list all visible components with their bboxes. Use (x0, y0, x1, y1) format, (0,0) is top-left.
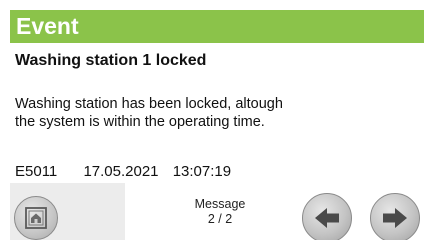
next-message-button[interactable] (370, 193, 420, 240)
previous-message-button[interactable] (302, 193, 352, 240)
event-title: Washing station 1 locked (15, 52, 207, 69)
home-icon (25, 207, 47, 229)
event-meta: E5011 17.05.2021 13:07:19 (15, 163, 231, 180)
event-screen: Event Washing station 1 locked Washing s… (0, 0, 433, 240)
header-title: Event (16, 13, 79, 39)
event-date: 17.05.2021 (83, 163, 159, 180)
arrow-left-icon (315, 208, 339, 228)
home-button[interactable] (14, 196, 58, 240)
message-indicator: Message 2 / 2 (170, 197, 270, 227)
event-time: 13:07:19 (172, 163, 232, 180)
arrow-right-icon (383, 208, 407, 228)
event-code: E5011 (15, 163, 58, 180)
message-counter: 2 / 2 (207, 212, 233, 226)
event-description: Washing station has been locked, altough… (15, 96, 283, 130)
message-label: Message (194, 197, 246, 211)
event-header: Event (10, 10, 424, 43)
